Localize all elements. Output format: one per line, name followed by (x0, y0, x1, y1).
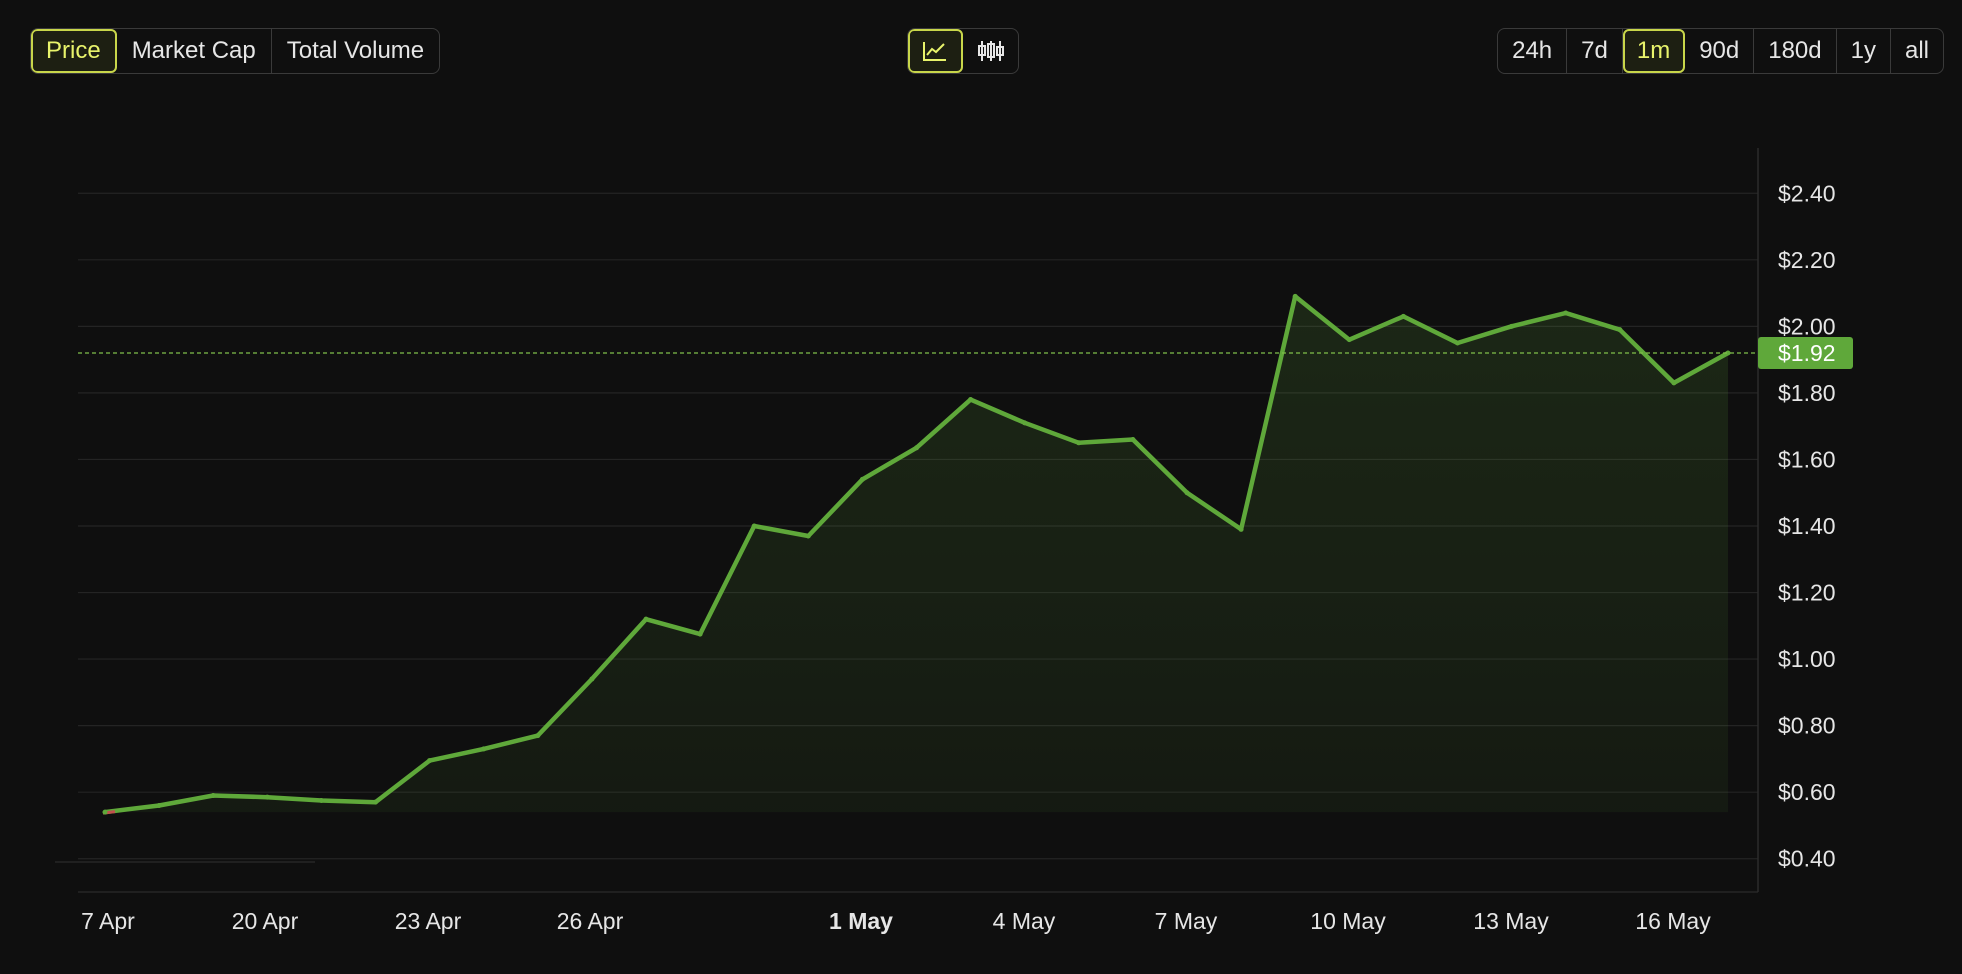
y-tick-label: $1.60 (1778, 446, 1836, 472)
data-point (1130, 436, 1136, 442)
x-tick-label: 23 Apr (395, 908, 462, 934)
x-tick-label: 16 May (1635, 908, 1711, 934)
y-tick-label: $0.60 (1778, 779, 1836, 805)
y-tick-label: $2.40 (1778, 180, 1836, 206)
data-point (1563, 310, 1569, 316)
y-tick-label: $1.00 (1778, 646, 1836, 672)
data-point (1617, 327, 1623, 333)
y-tick-label: $2.00 (1778, 313, 1836, 339)
data-point (373, 799, 378, 805)
x-tick-label: 4 May (993, 908, 1056, 934)
y-tick-label: $1.20 (1778, 580, 1836, 606)
data-point (481, 746, 487, 752)
current-price-label: $1.92 (1778, 340, 1836, 366)
data-point (1455, 340, 1460, 346)
data-point (697, 631, 703, 637)
data-point (643, 616, 649, 622)
data-point (968, 397, 974, 403)
data-point (1238, 526, 1244, 532)
price-chart: $2.40 $2.20 $2.00 $1.80 $1.60 $1.40 $1.20 $1.00… (55, 148, 1853, 934)
data-point (156, 802, 162, 808)
x-tick-label: 10 May (1310, 908, 1386, 934)
data-point (102, 809, 108, 815)
x-tick-label: 26 Apr (557, 908, 624, 934)
data-point (264, 794, 270, 800)
x-tick-label: 7 May (1155, 908, 1218, 934)
x-tick-label: 7 Apr (81, 908, 135, 934)
y-tick-label: $1.40 (1778, 513, 1836, 539)
x-tick-label: 1 May (829, 908, 893, 934)
data-point (427, 758, 433, 764)
data-point (1022, 420, 1028, 426)
data-point (589, 676, 595, 682)
data-point (210, 793, 216, 799)
data-point (1292, 293, 1298, 299)
data-point (535, 733, 541, 739)
price-area (105, 296, 1728, 813)
x-tick-label: 13 May (1473, 908, 1549, 934)
data-point (859, 476, 865, 482)
data-point (1076, 440, 1082, 446)
y-tick-label: $2.20 (1778, 247, 1836, 273)
data-point (1671, 380, 1677, 386)
data-point (1184, 490, 1190, 496)
y-tick-label: $0.80 (1778, 713, 1836, 739)
y-tick-label: $1.80 (1778, 380, 1836, 406)
data-point (1346, 337, 1352, 343)
y-tick-label: $0.40 (1778, 846, 1836, 872)
data-point (318, 797, 324, 803)
data-point (1400, 313, 1406, 319)
data-point (1509, 323, 1515, 329)
data-point (751, 523, 757, 529)
data-point (914, 445, 919, 451)
data-point (805, 533, 811, 539)
x-tick-label: 20 Apr (232, 908, 299, 934)
